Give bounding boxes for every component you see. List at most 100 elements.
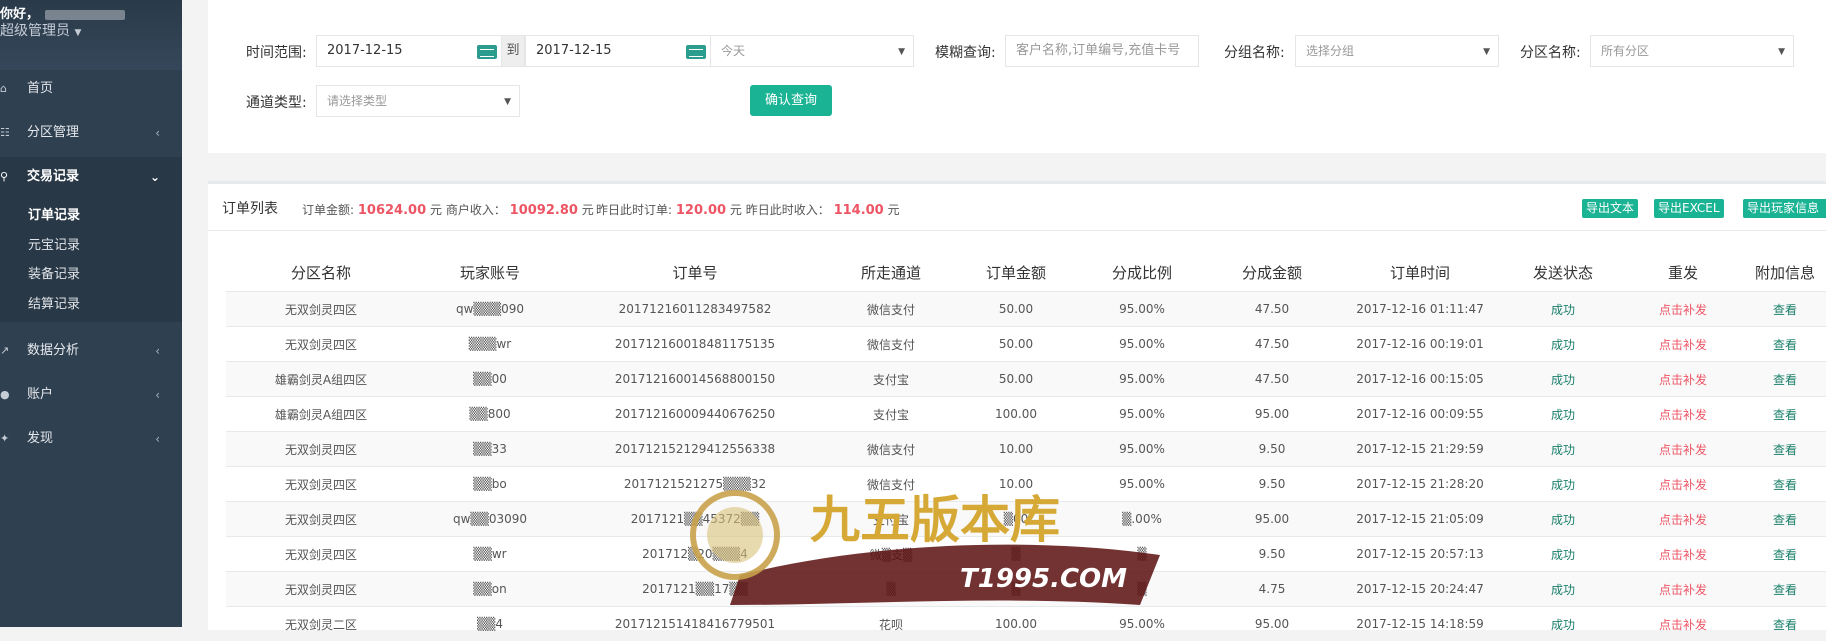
table-cell: 2017-12-16 01:11:47 — [1336, 292, 1504, 327]
send-status: 成功 — [1504, 397, 1622, 432]
channel-value: 请选择类型 — [327, 94, 387, 108]
profile-header: 你好， 超级管理员 ▼ — [0, 0, 182, 70]
watermark-brand: 九五版本库 — [810, 490, 1060, 549]
role-label: 超级管理员 — [0, 23, 70, 39]
column-header: 分成金额 — [1208, 254, 1336, 292]
caret-down-icon: ▼ — [1778, 37, 1785, 67]
table-cell: ▒▒bo — [416, 467, 564, 502]
chevron-left-icon: ‹ — [155, 375, 160, 415]
resend-link[interactable]: 点击补发 — [1622, 572, 1744, 607]
nav-transactions[interactable]: ⚲ 交易记录 ⌄ — [0, 157, 182, 197]
column-header: 订单金额 — [956, 254, 1076, 292]
sub-settlement-records[interactable]: 结算记录 — [28, 293, 80, 312]
fuzzy-query-label: 模糊查询: — [935, 42, 996, 62]
table-cell: 无双剑灵四区 — [226, 467, 416, 502]
table-cell: 50.00 — [956, 327, 1076, 362]
resend-link[interactable]: 点击补发 — [1622, 502, 1744, 537]
confirm-query-button[interactable]: 确认查询 — [750, 85, 832, 116]
nav-account-label: 账户 — [27, 375, 53, 415]
view-details-link[interactable]: 查看 — [1744, 607, 1826, 641]
resend-link[interactable]: 点击补发 — [1622, 397, 1744, 432]
table-cell: ▒▒wr — [416, 537, 564, 572]
column-header: 附加信息 — [1744, 254, 1826, 292]
table-cell: 2017-12-16 00:09:55 — [1336, 397, 1504, 432]
table-cell: 50.00 — [956, 292, 1076, 327]
column-header: 所走通道 — [826, 254, 956, 292]
group-select[interactable]: 选择分组 ▼ — [1295, 35, 1499, 67]
table-cell: 95.00% — [1076, 362, 1208, 397]
role-dropdown[interactable]: 超级管理员 ▼ — [0, 20, 81, 40]
order-amount-unit: 元 — [430, 203, 442, 217]
send-status: 成功 — [1504, 292, 1622, 327]
calendar-icon[interactable] — [686, 45, 706, 59]
nav-zone-management[interactable]: ☷ 分区管理 ‹ — [0, 113, 182, 153]
start-date-input[interactable]: 2017-12-15 — [316, 35, 502, 67]
table-cell: 2017-12-15 20:24:47 — [1336, 572, 1504, 607]
view-details-link[interactable]: 查看 — [1744, 502, 1826, 537]
table-cell: 2017-12-15 14:18:59 — [1336, 607, 1504, 641]
view-details-link[interactable]: 查看 — [1744, 397, 1826, 432]
yesterday-order-unit: 元 — [730, 203, 742, 217]
view-details-link[interactable]: 查看 — [1744, 467, 1826, 502]
table-cell: 95.00% — [1076, 327, 1208, 362]
export-excel-button[interactable]: 导出EXCEL — [1654, 199, 1724, 218]
table-cell: 微信支付 — [826, 327, 956, 362]
yesterday-income-unit: 元 — [888, 203, 900, 217]
sub-equipment-records[interactable]: 装备记录 — [28, 263, 80, 282]
nav-data-analysis[interactable]: ↗ 数据分析 ‹ — [0, 331, 182, 371]
resend-link[interactable]: 点击补发 — [1622, 327, 1744, 362]
view-details-link[interactable]: 查看 — [1744, 327, 1826, 362]
resend-link[interactable]: 点击补发 — [1622, 607, 1744, 641]
table-cell: 支付宝 — [826, 362, 956, 397]
table-cell: 95.00% — [1076, 292, 1208, 327]
table-cell: 95.00 — [1208, 502, 1336, 537]
channel-select[interactable]: 请选择类型 ▼ — [316, 85, 520, 117]
resend-link[interactable]: 点击补发 — [1622, 467, 1744, 502]
table-cell: 2017-12-15 20:57:13 — [1336, 537, 1504, 572]
sidebar: 你好， 超级管理员 ▼ ⌂ 首页 ☷ 分区管理 ‹ ⚲ 交易记录 ⌄ 订单记录 … — [0, 0, 182, 627]
resend-link[interactable]: 点击补发 — [1622, 362, 1744, 397]
view-details-link[interactable]: 查看 — [1744, 432, 1826, 467]
zone-select[interactable]: 所有分区 ▼ — [1590, 35, 1794, 67]
table-cell: 20171216000944067625​0 — [564, 397, 826, 432]
watermark-logo: 九五版本库 T1995.COM — [660, 455, 1180, 615]
view-details-link[interactable]: 查看 — [1744, 292, 1826, 327]
send-status: 成功 — [1504, 502, 1622, 537]
table-cell: 支付宝 — [826, 397, 956, 432]
nav-zone-label: 分区管理 — [27, 113, 79, 153]
nav-account[interactable]: ● 账户 ‹ — [0, 375, 182, 415]
calendar-icon[interactable] — [477, 45, 497, 59]
period-select[interactable]: 今天 ▼ — [710, 35, 914, 67]
view-details-link[interactable]: 查看 — [1744, 362, 1826, 397]
end-date-input[interactable]: 2017-12-15 — [525, 35, 711, 67]
resend-link[interactable]: 点击补发 — [1622, 537, 1744, 572]
table-cell: 95.00 — [1208, 607, 1336, 641]
fuzzy-query-input[interactable]: 客户名称,订单编号,充值卡号 — [1005, 35, 1199, 67]
table-cell: 47.50 — [1208, 327, 1336, 362]
table-cell: 95.00% — [1076, 397, 1208, 432]
resend-link[interactable]: 点击补发 — [1622, 292, 1744, 327]
view-details-link[interactable]: 查看 — [1744, 537, 1826, 572]
order-stats: 订单金额: 10624.00 元 商户收入： 10092.80 元 — [302, 201, 594, 218]
sub-ingot-records[interactable]: 元宝记录 — [28, 234, 80, 253]
home-icon: ⌂ — [0, 69, 14, 109]
sub-order-records[interactable]: 订单记录 — [28, 204, 80, 223]
view-details-link[interactable]: 查看 — [1744, 572, 1826, 607]
end-date-value: 2017-12-15 — [536, 43, 612, 58]
table-cell: ▒▒▒wr — [416, 327, 564, 362]
table-cell: 雄霸剑灵A组四区 — [226, 362, 416, 397]
export-text-button[interactable]: 导出文本 — [1582, 199, 1638, 218]
table-row: 雄霸剑灵A组四区▒▒0020171216001456880015​0支付宝50.… — [226, 362, 1826, 397]
send-status: 成功 — [1504, 327, 1622, 362]
filter-panel: 时间范围: 2017-12-15 到 2017-12-15 今天 ▼ 模糊查询:… — [208, 0, 1826, 153]
table-cell: ▒▒800 — [416, 397, 564, 432]
table-cell: 47.50 — [1208, 362, 1336, 397]
username-redacted — [45, 10, 125, 20]
export-players-button[interactable]: 导出玩家信息 — [1743, 199, 1826, 218]
merchant-income-value: 10092.80 — [510, 203, 578, 218]
resend-link[interactable]: 点击补发 — [1622, 432, 1744, 467]
nav-home[interactable]: ⌂ 首页 — [0, 69, 182, 109]
table-cell: qw▒▒03090 — [416, 502, 564, 537]
nav-discover[interactable]: ✦ 发现 ‹ — [0, 419, 182, 459]
column-header: 重发 — [1622, 254, 1744, 292]
